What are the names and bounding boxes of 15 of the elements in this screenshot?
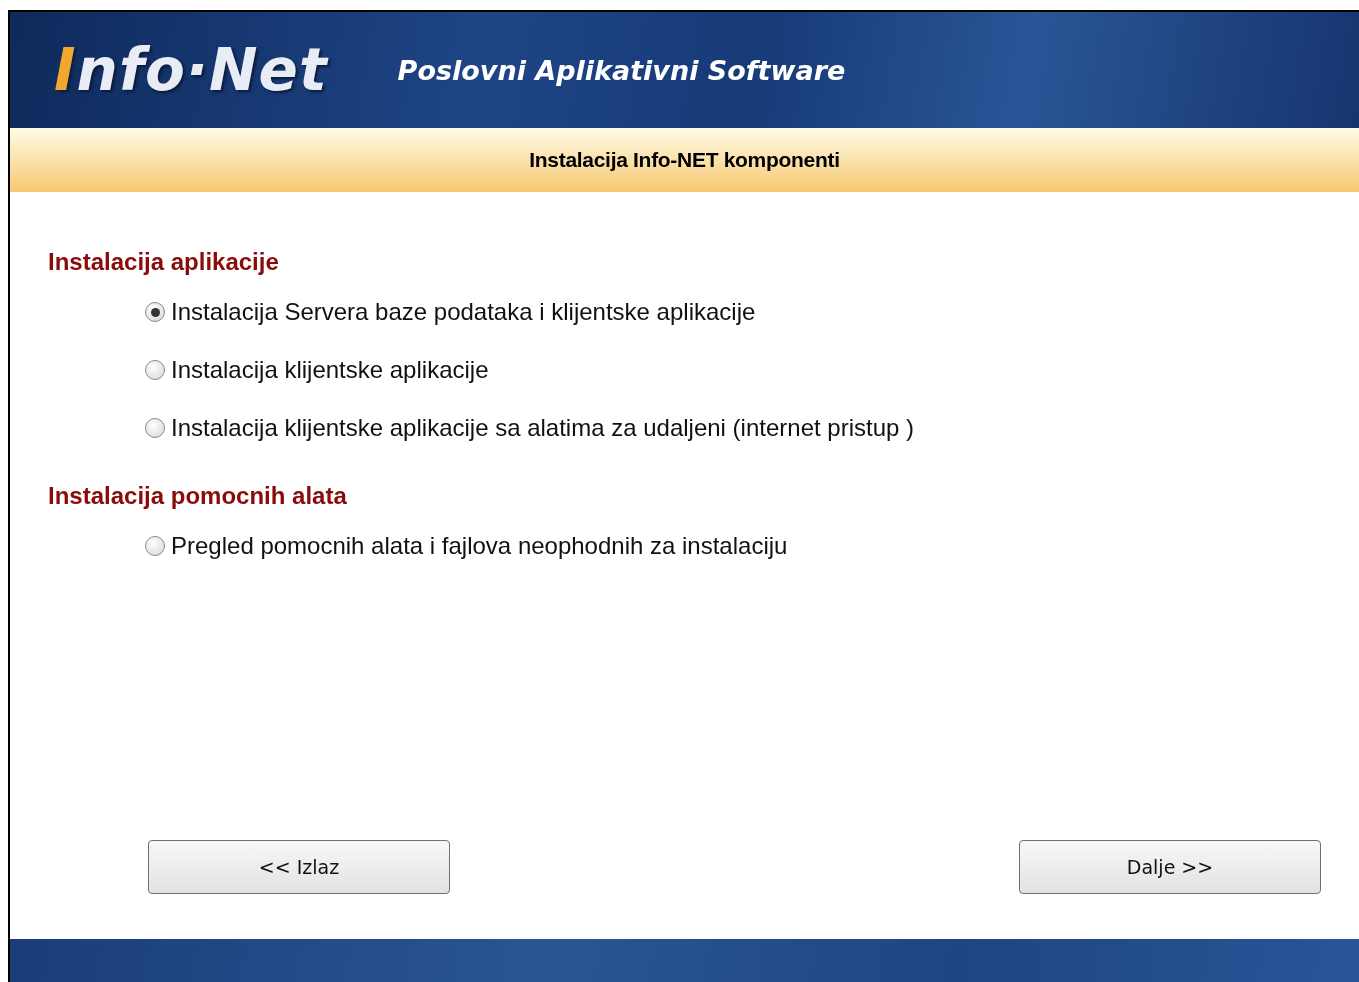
radio-button[interactable] <box>145 360 165 380</box>
logo: Info·Net <box>54 36 328 104</box>
exit-button[interactable]: << Izlaz <box>148 840 450 894</box>
radio-button[interactable] <box>145 536 165 556</box>
radio-button[interactable] <box>145 302 165 322</box>
tagline: Poslovni Aplikativni Software <box>397 54 846 86</box>
banner-title: Instalacija Info-NET komponenti <box>529 148 840 172</box>
section-title: Instalacija pomocnih alata <box>48 482 348 510</box>
option-label[interactable]: Instalacija klijentske aplikacije <box>171 356 489 384</box>
option-label[interactable]: Instalacija klijentske aplikacije sa alatima za udaljeni (internet pristup ) <box>171 414 915 442</box>
next-button[interactable]: Dalje >> <box>1019 840 1321 894</box>
section-title: Instalacija aplikacije <box>48 248 280 276</box>
option-label[interactable]: Pregled pomocnih alata i fajlova neophodnih za instalaciju <box>171 532 788 560</box>
radio-button[interactable] <box>145 418 165 438</box>
option-label[interactable]: Instalacija Servera baze podataka i klijentske aplikacije <box>171 298 756 326</box>
